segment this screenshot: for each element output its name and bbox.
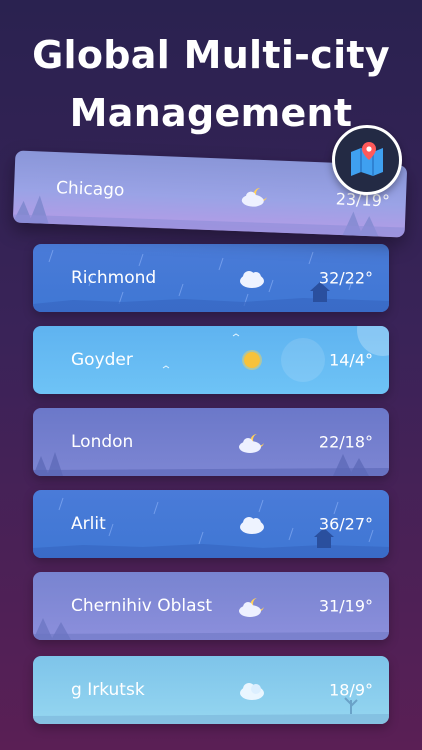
moon-cloud-icon	[239, 434, 264, 453]
city-name: Chicago	[55, 178, 125, 201]
moon-cloud-icon	[241, 187, 267, 207]
city-name: Goyder	[71, 350, 133, 370]
headline-line-1: Global Multi-city	[32, 33, 390, 77]
city-card-arlit[interactable]: Arlit 36/27°	[33, 490, 389, 558]
map-pin-icon	[351, 142, 383, 176]
haze-cloud-icon	[240, 683, 264, 700]
city-card-richmond[interactable]: Richmond 32/22°	[33, 244, 389, 312]
city-temperature: 32/22°	[318, 268, 373, 288]
city-temperature: 18/9°	[329, 680, 373, 700]
city-card-london[interactable]: London 22/18°	[33, 408, 389, 476]
city-name: London	[71, 432, 134, 452]
sun-icon	[242, 350, 262, 370]
moon-cloud-icon	[239, 598, 264, 617]
page-title: Global Multi-city Management	[0, 26, 422, 142]
city-temperature: 36/27°	[318, 514, 373, 534]
city-name: Richmond	[71, 268, 157, 288]
cloud-icon	[240, 517, 264, 534]
city-card-chernihiv-oblast[interactable]: Chernihiv Oblast 31/19°	[33, 572, 389, 640]
cloud-icon	[240, 271, 264, 288]
map-badge[interactable]	[332, 125, 402, 195]
city-temperature: 31/19°	[318, 596, 373, 616]
city-temperature: 14/4°	[329, 350, 373, 370]
city-name: Arlit	[71, 514, 106, 534]
city-card-irkutsk[interactable]: g Irkutsk 18/9°	[33, 656, 389, 724]
city-temperature: 22/18°	[318, 432, 373, 452]
city-card-goyder[interactable]: Goyder 14/4°	[33, 326, 389, 394]
city-name: Chernihiv Oblast	[71, 596, 213, 616]
city-name: g Irkutsk	[71, 680, 145, 700]
